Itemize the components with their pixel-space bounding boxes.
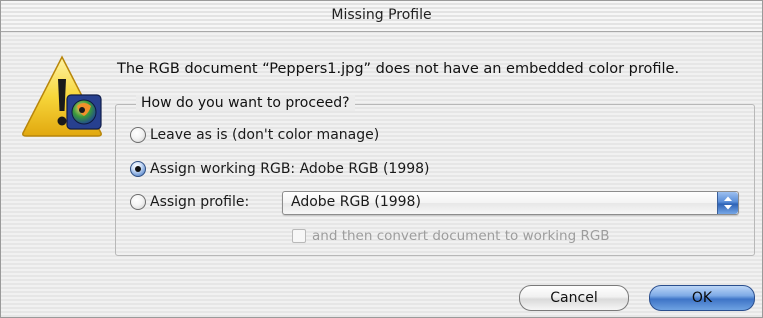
assign-profile-option[interactable]: Assign profile: <box>130 192 249 212</box>
radio-selected-dot <box>135 166 141 172</box>
missing-profile-message: The RGB document “Peppers1.jpg” does not… <box>117 61 680 77</box>
convert-to-working-rgb-label: and then convert document to working RGB <box>312 228 610 244</box>
ok-button[interactable]: OK <box>649 285 755 311</box>
window-title: Missing Profile <box>331 7 432 23</box>
warning-triangle-icon <box>22 55 102 137</box>
assign-working-rgb-option[interactable]: Assign working RGB: Adobe RGB (1998) <box>130 159 430 179</box>
leave-as-is-label: Leave as is (don't color manage) <box>150 127 380 143</box>
missing-profile-dialog: Missing Profile The RGB document “Pepper… <box>0 0 763 318</box>
profile-select[interactable]: Adobe RGB (1998) <box>282 191 739 215</box>
assign-working-rgb-radio[interactable] <box>130 161 146 177</box>
assign-working-rgb-label: Assign working RGB: Adobe RGB (1998) <box>150 161 430 177</box>
proceed-options-legend: How do you want to proceed? <box>136 95 355 111</box>
title-bar[interactable]: Missing Profile <box>1 1 762 32</box>
leave-as-is-option[interactable]: Leave as is (don't color manage) <box>130 125 379 145</box>
assign-profile-label: Assign profile: <box>150 194 250 210</box>
profile-select-arrows[interactable] <box>717 192 738 214</box>
proceed-options-group: How do you want to proceed? Leave as is … <box>115 95 755 256</box>
colorsync-badge-icon <box>66 94 102 130</box>
leave-as-is-radio[interactable] <box>130 127 146 143</box>
convert-to-working-rgb-checkbox[interactable] <box>292 229 306 243</box>
cancel-button[interactable]: Cancel <box>519 285 629 311</box>
convert-to-working-rgb-option[interactable]: and then convert document to working RGB <box>292 227 610 245</box>
assign-profile-radio[interactable] <box>130 194 146 210</box>
profile-select-value: Adobe RGB (1998) <box>291 194 421 210</box>
chevron-updown-icon <box>724 196 732 210</box>
